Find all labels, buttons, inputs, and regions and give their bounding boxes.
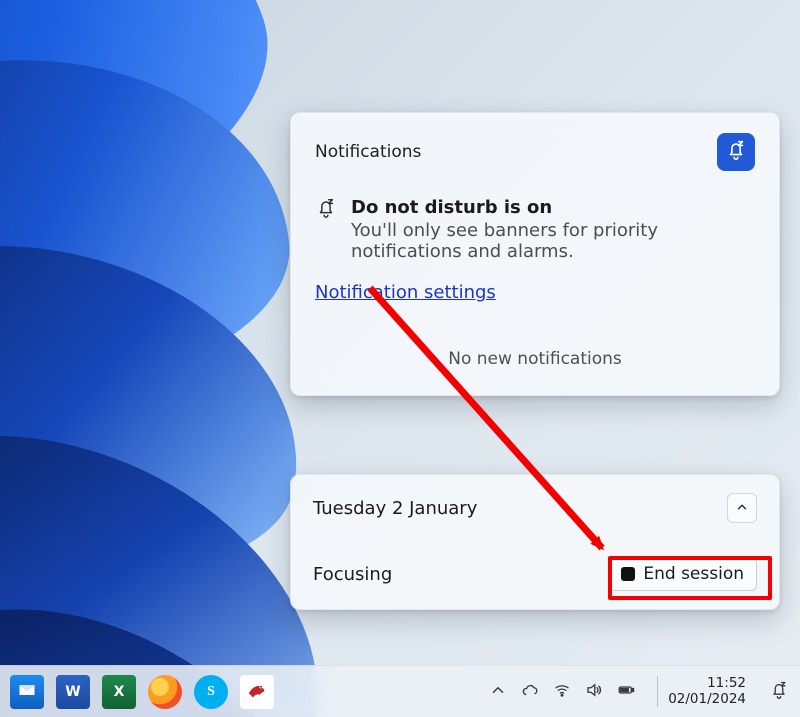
tray-wifi[interactable]	[553, 681, 571, 703]
calendar-date: Tuesday 2 January	[313, 498, 477, 519]
chevron-up-icon	[735, 499, 749, 518]
taskbar-notifications-button[interactable]	[766, 679, 792, 705]
taskbar-app-word[interactable]: W	[56, 675, 90, 709]
stop-icon	[621, 567, 635, 581]
dnd-description: You'll only see banners for priority not…	[351, 220, 755, 262]
taskbar: W X S	[0, 665, 800, 717]
bell-snooze-icon	[769, 680, 789, 704]
notifications-title: Notifications	[315, 142, 421, 162]
bell-snooze-icon	[725, 139, 747, 165]
do-not-disturb-toggle[interactable]	[717, 133, 755, 171]
bell-snooze-outline-icon	[315, 197, 339, 223]
end-session-button[interactable]: End session	[608, 557, 757, 591]
calendar-focus-panel: Tuesday 2 January Focusing End session	[290, 474, 780, 610]
taskbar-app-irfanview[interactable]	[240, 675, 274, 709]
taskbar-app-excel[interactable]: X	[102, 675, 136, 709]
tray-overflow-button[interactable]	[489, 681, 507, 703]
taskbar-app-mail[interactable]	[10, 675, 44, 709]
skype-icon: S	[207, 684, 215, 700]
wifi-icon	[553, 681, 571, 703]
mail-icon	[17, 680, 37, 704]
battery-icon	[617, 681, 635, 703]
focus-status-label: Focusing	[313, 564, 392, 585]
expand-calendar-button[interactable]	[727, 493, 757, 523]
tray-onedrive[interactable]	[521, 681, 539, 703]
clock-time: 11:52	[707, 675, 746, 691]
excel-icon: X	[114, 684, 125, 700]
taskbar-app-skype[interactable]: S	[194, 675, 228, 709]
clock-date: 02/01/2024	[668, 691, 746, 707]
word-icon: W	[65, 684, 80, 700]
end-session-label: End session	[643, 564, 744, 584]
no-notifications-text: No new notifications	[315, 349, 755, 369]
irfanview-icon	[244, 677, 270, 707]
tray-battery[interactable]	[617, 681, 635, 703]
cloud-icon	[521, 681, 539, 703]
taskbar-clock[interactable]: 11:52 02/01/2024	[649, 676, 752, 707]
tray-volume[interactable]	[585, 681, 603, 703]
speaker-icon	[585, 681, 603, 703]
taskbar-app-firefox[interactable]	[148, 675, 182, 709]
notification-settings-link[interactable]: Notification settings	[315, 282, 496, 303]
system-tray: 11:52 02/01/2024	[489, 676, 792, 707]
notifications-panel: Notifications Do not disturb is on You'l…	[290, 112, 780, 396]
chevron-up-icon	[489, 681, 507, 703]
dnd-heading: Do not disturb is on	[351, 197, 552, 218]
